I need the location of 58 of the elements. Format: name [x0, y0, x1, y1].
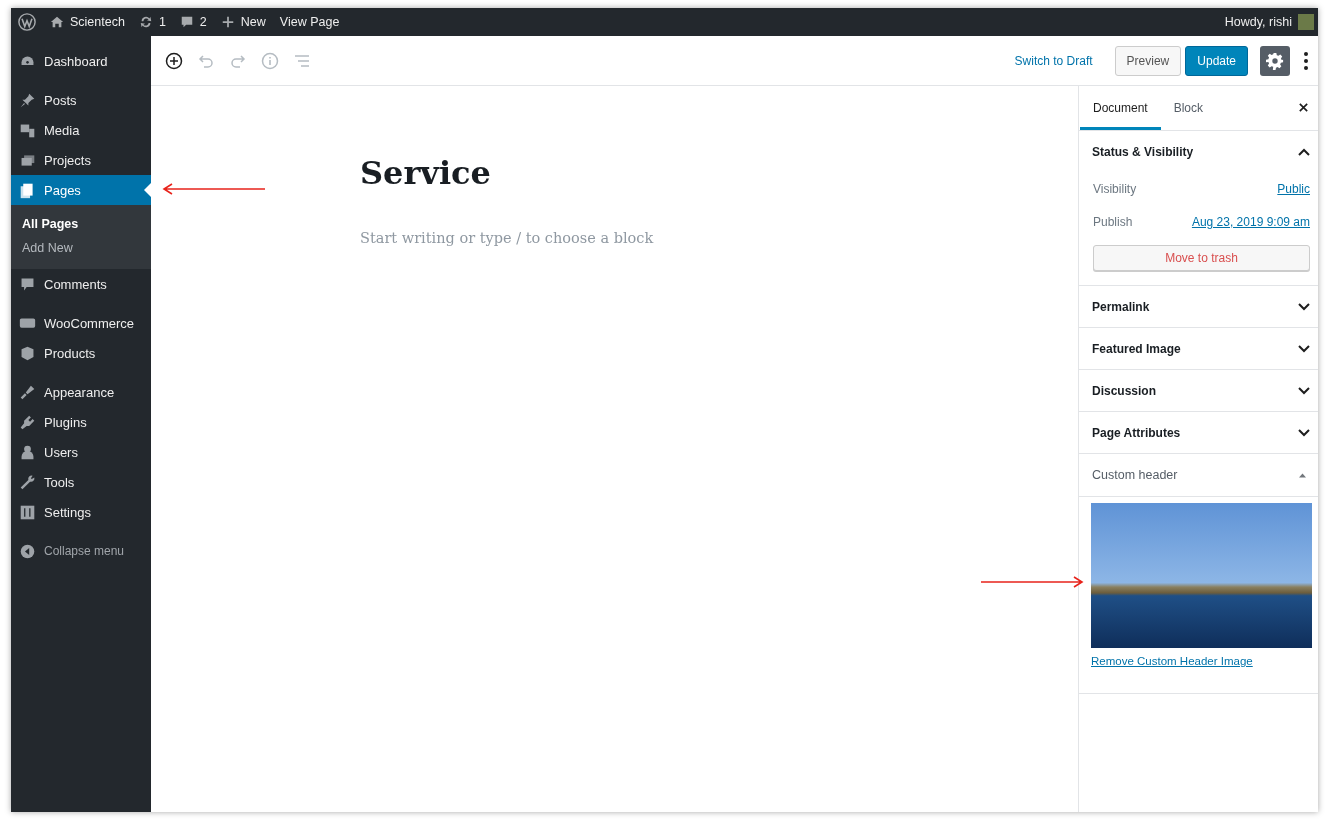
circle-logo-icon[interactable] [18, 13, 36, 31]
sidebar-item[interactable]: Users [11, 437, 151, 467]
sidebar-item[interactable]: Tools [11, 467, 151, 497]
field-label: Publish [1093, 214, 1133, 229]
sidebar-item[interactable]: Pages [11, 175, 151, 205]
sidebar-item[interactable]: Plugins [11, 407, 151, 437]
sidebar-item[interactable]: Settings [11, 497, 151, 527]
add-icon[interactable] [164, 50, 184, 71]
home-icon [50, 15, 64, 29]
chevron-down-icon [1298, 302, 1310, 311]
remove-header-image-link[interactable]: Remove Custom Header Image [1091, 655, 1253, 667]
sidebar-item[interactable]: Dashboard [11, 46, 151, 76]
panel-header[interactable]: Featured Image [1079, 328, 1318, 369]
sidebar-item[interactable]: Projects [11, 145, 151, 175]
panel-header[interactable]: Page Attributes [1079, 412, 1318, 453]
left-triangle-circle-icon [19, 542, 36, 560]
field-value-link[interactable]: Public [1277, 181, 1310, 196]
chevron-down-icon [1298, 386, 1310, 395]
move-to-trash-button[interactable]: Move to trash [1093, 245, 1310, 271]
update-button[interactable]: Update [1185, 45, 1248, 76]
field-label: Visibility [1093, 181, 1137, 196]
updates-link[interactable]: 1 [138, 15, 166, 29]
panel-tab[interactable]: Block [1160, 86, 1217, 130]
settings-button[interactable] [1260, 45, 1290, 76]
close-icon[interactable] [1298, 102, 1309, 113]
submenu-item[interactable]: All Pages [11, 212, 151, 236]
panel-header[interactable]: Status & Visibility [1079, 131, 1318, 172]
new-link[interactable]: New [220, 15, 266, 29]
sidebar-item[interactable]: WooCommerce [11, 308, 151, 338]
panel-tab[interactable]: Document [1080, 86, 1161, 130]
speech-bubble-icon [179, 15, 194, 29]
sidebar-item[interactable]: Posts [11, 85, 151, 115]
sidebar-item[interactable]: Comments [11, 269, 151, 299]
site-name-link[interactable]: Scientech [50, 15, 125, 29]
refresh-icon [138, 15, 153, 29]
triangle-up-icon [1299, 472, 1306, 478]
more-options-icon[interactable] [1304, 51, 1308, 70]
view-page-link[interactable]: View Page [279, 15, 340, 29]
avatar-placeholder [1298, 14, 1314, 30]
metabox-header[interactable]: Custom header [1079, 454, 1318, 497]
tools-icon [19, 473, 36, 491]
submenu-item[interactable]: Add New [11, 236, 151, 260]
page-title[interactable]: Service [360, 154, 1078, 192]
chevron-up-icon [1298, 147, 1310, 156]
panel-header[interactable]: Discussion [1079, 370, 1318, 411]
preview-button[interactable]: Preview [1114, 45, 1182, 76]
sidebar-item[interactable]: Media [11, 115, 151, 145]
comments-link[interactable]: 2 [179, 15, 207, 29]
chevron-down-icon [1298, 344, 1310, 353]
chevron-down-icon [1298, 428, 1310, 437]
plus-icon [220, 15, 235, 29]
greeting-link[interactable]: Howdy, rishi [1224, 15, 1292, 29]
field-value-link[interactable]: Aug 23, 2019 9:09 am [1191, 214, 1310, 229]
switch-to-draft-link[interactable]: Switch to Draft [1014, 53, 1093, 68]
collapse-menu-button[interactable]: Collapse menu [11, 536, 151, 566]
sidebar-item[interactable]: Appearance [11, 377, 151, 407]
panel-header[interactable]: Permalink [1079, 286, 1318, 327]
sidebar-item[interactable]: Products [11, 338, 151, 368]
